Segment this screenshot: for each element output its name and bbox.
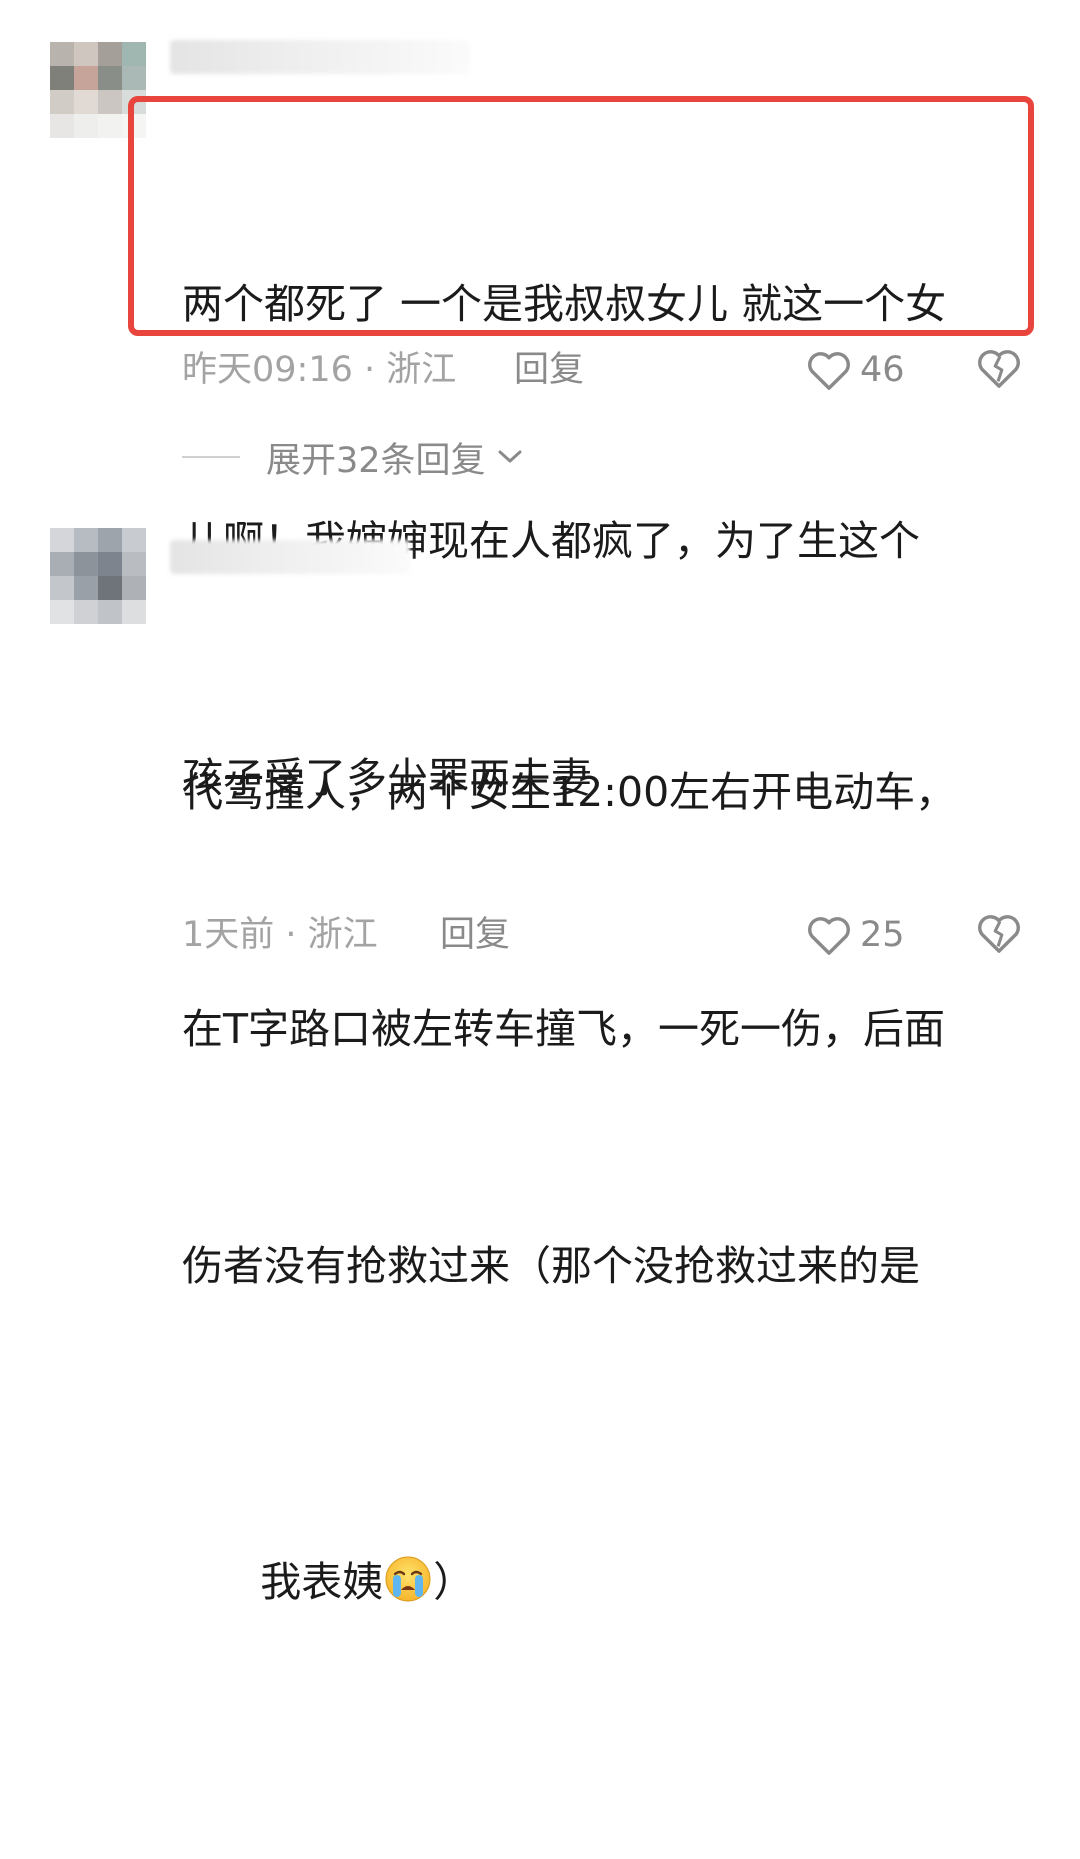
broken-heart-icon: [978, 350, 1020, 388]
like-button[interactable]: 25: [806, 910, 905, 960]
comment-text-fragment: ）: [433, 1558, 475, 1606]
heart-icon: [808, 352, 850, 390]
username[interactable]: [170, 540, 410, 574]
comment-meta: 昨天09:16 · 浙江 回复 46: [182, 345, 1032, 395]
comment-text-fragment: 我表姨: [260, 1558, 384, 1606]
divider: [182, 456, 240, 458]
reply-button[interactable]: 回复: [440, 910, 510, 960]
heart-icon: [808, 917, 850, 955]
comment-time-location: 1天前 · 浙江: [182, 915, 378, 955]
comment-text-line: 代驾撞人，两个女生12:00左右开电动车，: [182, 768, 957, 816]
expand-replies-button[interactable]: 展开32条回复: [182, 432, 524, 482]
chevron-down-icon: [498, 450, 522, 463]
comment-text-line: 在T字路口被左转车撞飞，一死一伤，后面: [182, 1005, 946, 1053]
expand-replies-label: 展开32条回复: [266, 440, 486, 481]
comment-1: 两个都死了 一个是我叔叔女儿 就这一个女 儿啊！我婶婶现在人都疯了，为了生这个 …: [0, 0, 1080, 802]
dislike-button[interactable]: [976, 347, 1022, 389]
comment-text-line: 我表姨 ）: [182, 1464, 1032, 1701]
reply-button[interactable]: 回复: [514, 345, 584, 395]
like-count: 46: [860, 350, 905, 390]
comment-time-location: 昨天09:16 · 浙江: [182, 350, 457, 390]
dislike-button[interactable]: [976, 912, 1022, 954]
comment-meta: 1天前 · 浙江 回复 25: [182, 910, 1032, 960]
broken-heart-icon: [978, 915, 1020, 953]
crying-face-emoji: [385, 1556, 431, 1602]
comment-2: 代驾撞人，两个女生12:00左右开电动车， 在T字路口被左转车撞飞，一死一伤，后…: [0, 500, 1080, 1606]
comment-text-line: 伤者没有抢救过来（那个没抢救过来的是: [182, 1242, 920, 1290]
like-button[interactable]: 46: [806, 345, 905, 395]
comment-text-line: 两个都死了 一个是我叔叔女儿 就这一个女: [182, 280, 947, 328]
comment-text: 代驾撞人，两个女生12:00左右开电动车， 在T字路口被左转车撞飞，一死一伤，后…: [182, 595, 1032, 1859]
username[interactable]: [170, 40, 470, 74]
like-count: 25: [860, 915, 905, 955]
avatar[interactable]: [50, 528, 146, 624]
